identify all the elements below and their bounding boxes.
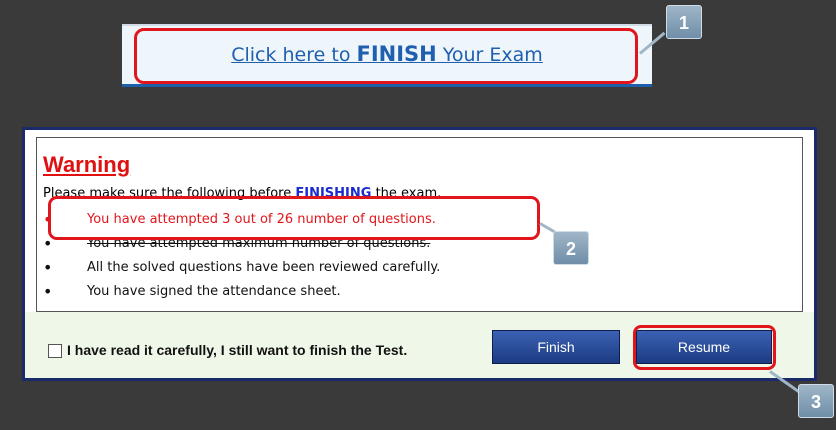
confirm-checkbox[interactable] <box>48 344 62 358</box>
resume-button[interactable]: Resume <box>636 330 772 364</box>
callout-badge-1: 1 <box>666 5 702 39</box>
finish-link-post: Your Exam <box>436 44 543 66</box>
warning-title: Warning <box>43 152 131 177</box>
list-item-reviewed: All the solved questions have been revie… <box>43 256 440 280</box>
warning-intro-post: the exam. <box>371 186 442 201</box>
warning-intro: Please make sure the following before FI… <box>43 186 441 201</box>
list-item-attempted-count: You have attempted 3 out of 26 number of… <box>43 208 440 232</box>
callout-badge-3: 3 <box>798 384 834 418</box>
warning-intro-pre: Please make sure the following before <box>43 186 296 201</box>
warning-checklist: You have attempted 3 out of 26 number of… <box>43 208 440 304</box>
list-item-max-attempted: You have attempted maximum number of que… <box>43 232 440 256</box>
confirm-checkbox-label[interactable]: I have read it carefully, I still want t… <box>67 342 407 358</box>
finish-exam-banner: Click here to FINISH Your Exam <box>122 24 652 87</box>
warning-intro-keyword: FINISHING <box>295 186 372 201</box>
finish-link-keyword: FINISH <box>356 42 437 66</box>
finish-button[interactable]: Finish <box>492 330 620 364</box>
finish-link-pre: Click here to <box>231 44 357 66</box>
list-item-attendance: You have signed the attendance sheet. <box>43 280 440 304</box>
callout-badge-2: 2 <box>553 231 589 265</box>
warning-panel: Warning Please make sure the following b… <box>36 137 803 312</box>
finish-exam-link[interactable]: Click here to FINISH Your Exam <box>122 42 652 66</box>
